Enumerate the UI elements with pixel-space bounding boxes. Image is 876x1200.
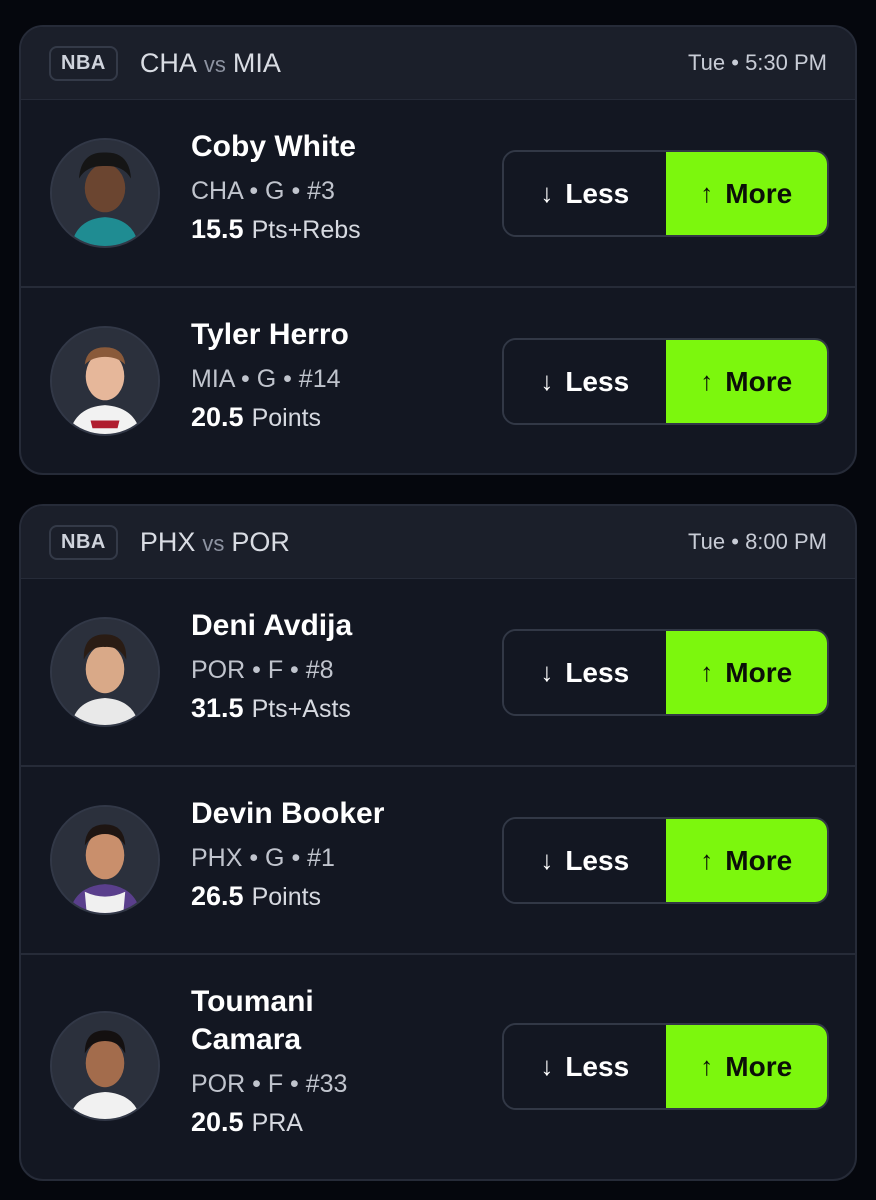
team-a: PHX	[139, 526, 196, 557]
more-label: More	[725, 656, 793, 688]
player-line: 15.5 Pts+Rebs	[191, 212, 491, 251]
line-stat: Pts+Asts	[251, 695, 351, 723]
player-row: Devin Booker PHX • G • #1 26.5 Points ↓ L…	[21, 767, 855, 955]
player-line: 31.5 Pts+Asts	[191, 691, 491, 730]
line-value: 20.5	[191, 402, 244, 432]
player-headshot-icon	[52, 1013, 158, 1119]
player-name: Devin Booker	[191, 797, 385, 830]
less-label: Less	[565, 1050, 630, 1082]
player-headshot-icon	[52, 619, 158, 725]
player-avatar	[50, 1011, 160, 1121]
team-b: MIA	[232, 47, 281, 78]
more-button[interactable]: ↑ More	[665, 631, 827, 714]
arrow-down-icon: ↓	[540, 1051, 554, 1081]
player-info: Coby White CHA • G • #3 15.5 Pts+Rebs	[191, 128, 491, 251]
more-label: More	[725, 1050, 793, 1082]
player-info: Deni Avdija POR • F • #8 31.5 Pts+Asts	[191, 607, 491, 730]
less-button[interactable]: ↓ Less	[504, 631, 666, 714]
player-headshot-icon	[52, 328, 158, 434]
more-button[interactable]: ↑ More	[665, 819, 827, 902]
player-meta: CHA • G • #3	[191, 177, 335, 205]
matchup: CHA vs MIA	[140, 48, 281, 79]
player-name: Coby White	[191, 130, 356, 163]
more-button[interactable]: ↑ More	[665, 340, 827, 423]
player-name: Deni Avdija	[191, 609, 353, 642]
player-row: Coby White CHA • G • #3 15.5 Pts+Rebs ↓ L…	[21, 100, 855, 288]
game-card: NBA CHA vs MIA Tue • 5:30 PM Coby White …	[19, 25, 857, 475]
arrow-down-icon: ↓	[540, 366, 554, 396]
league-badge: NBA	[49, 45, 118, 81]
more-label: More	[725, 844, 793, 876]
game-time: Tue • 8:00 PM	[688, 529, 827, 554]
line-value: 26.5	[191, 881, 244, 911]
player-headshot-icon	[52, 807, 158, 913]
less-button[interactable]: ↓ Less	[504, 152, 666, 235]
arrow-up-icon: ↑	[700, 845, 714, 875]
matchup: PHX vs POR	[140, 527, 290, 558]
game-card: NBA PHX vs POR Tue • 8:00 PM Deni Avdija…	[19, 504, 857, 1181]
arrow-up-icon: ↑	[700, 1051, 714, 1081]
player-meta: MIA • G • #14	[191, 365, 341, 393]
arrow-down-icon: ↓	[540, 845, 554, 875]
arrow-up-icon: ↑	[700, 178, 714, 208]
player-avatar	[50, 326, 160, 436]
less-label: Less	[565, 656, 630, 688]
game-header: NBA PHX vs POR Tue • 8:00 PM	[21, 506, 855, 579]
game-header: NBA CHA vs MIA Tue • 5:30 PM	[21, 27, 855, 100]
less-button[interactable]: ↓ Less	[504, 1025, 666, 1108]
player-meta: POR • F • #8	[191, 656, 334, 684]
player-headshot-icon	[52, 140, 158, 246]
less-button[interactable]: ↓ Less	[504, 819, 666, 902]
line-stat: PRA	[251, 1109, 303, 1137]
line-value: 15.5	[191, 214, 244, 244]
player-row: Deni Avdija POR • F • #8 31.5 Pts+Asts ↓ …	[21, 579, 855, 767]
vs-label: vs	[202, 530, 225, 556]
arrow-up-icon: ↑	[700, 657, 714, 687]
less-label: Less	[565, 844, 630, 876]
pick-selector: ↓ Less ↑ More	[502, 150, 829, 237]
game-time: Tue • 5:30 PM	[688, 50, 827, 75]
line-stat: Pts+Rebs	[251, 216, 361, 244]
player-info: Toumani Camara POR • F • #33 20.5 PRA	[191, 983, 491, 1144]
line-value: 20.5	[191, 1107, 244, 1137]
player-meta: PHX • G • #1	[191, 844, 335, 872]
player-info: Tyler Herro MIA • G • #14 20.5 Points	[191, 316, 491, 439]
vs-label: vs	[203, 51, 226, 77]
pick-selector: ↓ Less ↑ More	[502, 1023, 829, 1110]
more-button[interactable]: ↑ More	[665, 1025, 827, 1108]
line-stat: Points	[251, 883, 322, 911]
player-meta: POR • F • #33	[191, 1070, 348, 1098]
player-info: Devin Booker PHX • G • #1 26.5 Points	[191, 795, 491, 918]
less-label: Less	[565, 365, 630, 397]
player-name: Tyler Herro	[191, 318, 349, 351]
more-button[interactable]: ↑ More	[665, 152, 827, 235]
team-b: POR	[231, 526, 290, 557]
league-badge: NBA	[49, 524, 118, 560]
pick-selector: ↓ Less ↑ More	[502, 817, 829, 904]
player-avatar	[50, 805, 160, 915]
player-name: Toumani Camara	[191, 985, 314, 1056]
pick-list: NBA CHA vs MIA Tue • 5:30 PM Coby White …	[0, 0, 876, 1200]
arrow-up-icon: ↑	[700, 366, 714, 396]
line-value: 31.5	[191, 693, 244, 723]
player-line: 20.5 PRA	[191, 1105, 491, 1144]
player-avatar	[50, 138, 160, 248]
arrow-down-icon: ↓	[540, 178, 554, 208]
player-row: Toumani Camara POR • F • #33 20.5 PRA ↓ L…	[21, 955, 855, 1179]
less-label: Less	[565, 177, 630, 209]
pick-selector: ↓ Less ↑ More	[502, 629, 829, 716]
player-avatar	[50, 617, 160, 727]
line-stat: Points	[251, 404, 322, 432]
player-line: 26.5 Points	[191, 879, 491, 918]
more-label: More	[725, 365, 793, 397]
pick-selector: ↓ Less ↑ More	[502, 338, 829, 425]
team-a: CHA	[139, 47, 197, 78]
arrow-down-icon: ↓	[540, 657, 554, 687]
player-row: Tyler Herro MIA • G • #14 20.5 Points ↓ L…	[21, 288, 855, 473]
more-label: More	[725, 177, 793, 209]
less-button[interactable]: ↓ Less	[504, 340, 666, 423]
player-line: 20.5 Points	[191, 400, 491, 439]
